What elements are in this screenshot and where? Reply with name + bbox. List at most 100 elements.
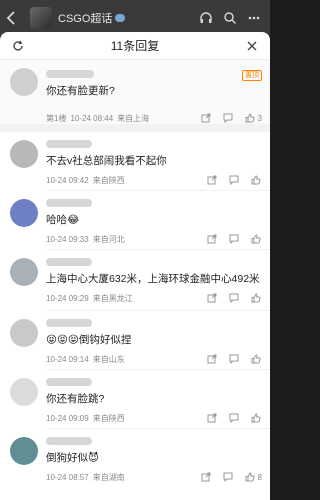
username-blurred[interactable] xyxy=(46,140,92,148)
section-divider xyxy=(0,124,270,132)
topic-thumbnail xyxy=(30,7,52,29)
reply-text: 哈哈😂 xyxy=(46,214,80,226)
comment-icon xyxy=(223,113,233,123)
avatar[interactable] xyxy=(10,319,38,347)
reply-item[interactable]: 哈哈😂 10-24 09:33 来自河北 xyxy=(0,191,270,249)
like-button[interactable] xyxy=(250,292,262,304)
share-button[interactable] xyxy=(200,112,212,124)
close-icon xyxy=(247,41,257,51)
share-button[interactable] xyxy=(206,233,218,245)
like-button[interactable] xyxy=(244,471,256,483)
comment-button[interactable] xyxy=(228,412,240,424)
thumbs-up-icon xyxy=(251,413,261,423)
share-button[interactable] xyxy=(206,174,218,186)
reply-text: 上海中心大厦632米，上海环球金融中心492米 xyxy=(46,273,260,285)
search-icon xyxy=(224,12,236,24)
like-count: 3 xyxy=(257,113,262,123)
reply-item[interactable]: 你还有脸跳? 10-24 09:09 来自陕西 xyxy=(0,370,270,428)
comment-button[interactable] xyxy=(228,174,240,186)
reply-text: 倒狗好似😈 xyxy=(46,452,99,464)
comment-source: 来自上海 xyxy=(117,113,150,123)
comment-icon xyxy=(229,354,239,364)
reply-time: 10-24 09:14 xyxy=(46,354,89,364)
floor-label: 第1楼 xyxy=(46,113,67,123)
more-button[interactable] xyxy=(246,10,262,26)
sheet-title: 11条回复 xyxy=(110,39,160,53)
like-button[interactable] xyxy=(250,412,262,424)
reply-source: 来自山东 xyxy=(92,354,125,364)
reply-text: 不去v社总部闹我看不起你 xyxy=(46,155,167,167)
pinned-tag: 置顶 xyxy=(242,70,262,81)
share-icon xyxy=(207,354,217,364)
reply-text: 你还有脸跳? xyxy=(46,393,105,405)
avatar[interactable] xyxy=(10,258,38,286)
comment-icon xyxy=(223,472,233,482)
share-icon xyxy=(207,293,217,303)
avatar[interactable] xyxy=(10,140,38,168)
reply-time: 10-24 09:42 xyxy=(46,175,89,185)
refresh-icon xyxy=(13,40,23,51)
comment-button[interactable] xyxy=(222,471,234,483)
like-button[interactable] xyxy=(250,353,262,365)
like-button[interactable] xyxy=(250,233,262,245)
reply-source: 来自陕西 xyxy=(92,175,125,185)
avatar[interactable] xyxy=(10,437,38,465)
avatar[interactable] xyxy=(10,68,38,96)
share-button[interactable] xyxy=(206,353,218,365)
thumbs-up-icon xyxy=(251,354,261,364)
comment-icon xyxy=(229,413,239,423)
share-icon xyxy=(207,413,217,423)
reply-source: 来自黑龙江 xyxy=(92,293,133,303)
reply-time: 10-24 09:33 xyxy=(46,234,89,244)
share-icon xyxy=(201,113,211,123)
comment-button[interactable] xyxy=(228,353,240,365)
avatar[interactable] xyxy=(10,378,38,406)
comment-time: 10-24 08:44 xyxy=(70,113,114,123)
reply-source: 来自湖南 xyxy=(92,472,125,482)
username-blurred[interactable] xyxy=(46,70,94,78)
share-icon xyxy=(207,175,217,185)
original-comment[interactable]: 置顶 你还有脸更新? 第1楼 10-24 08:44 来自上海 3 xyxy=(0,60,270,124)
refresh-button[interactable] xyxy=(10,38,26,54)
search-button[interactable] xyxy=(222,10,238,26)
back-button[interactable] xyxy=(0,0,22,36)
reply-text: 😝😝😝倒钩好似捏 xyxy=(46,334,132,346)
reply-time: 10-24 09:29 xyxy=(46,293,89,303)
reply-item[interactable]: 不去v社总部闹我看不起你 10-24 09:42 来自陕西 xyxy=(0,132,270,190)
share-button[interactable] xyxy=(206,292,218,304)
thumbs-up-icon xyxy=(245,472,255,482)
reply-item[interactable]: 😝😝😝倒钩好似捏 10-24 09:14 来自山东 xyxy=(0,311,270,369)
share-button[interactable] xyxy=(206,412,218,424)
comment-button[interactable] xyxy=(228,292,240,304)
username-blurred[interactable] xyxy=(46,258,92,266)
like-button[interactable] xyxy=(250,174,262,186)
more-icon xyxy=(248,16,260,20)
headset-icon xyxy=(200,12,212,23)
reply-item[interactable]: 倒狗好似😈 10-24 08:57 来自湖南 8 xyxy=(0,429,270,489)
comment-button[interactable] xyxy=(222,112,234,124)
avatar[interactable] xyxy=(10,199,38,227)
username-blurred[interactable] xyxy=(46,437,92,445)
chevron-left-icon xyxy=(6,11,15,25)
comment-text: 你还有脸更新? xyxy=(46,85,115,97)
username-blurred[interactable] xyxy=(46,319,92,327)
close-button[interactable] xyxy=(244,38,260,54)
username-blurred[interactable] xyxy=(46,378,92,386)
reply-time: 10-24 09:09 xyxy=(46,413,89,423)
like-button[interactable] xyxy=(244,112,256,124)
share-icon xyxy=(201,472,211,482)
reply-source: 来自河北 xyxy=(92,234,125,244)
thumbs-up-icon xyxy=(251,234,261,244)
reply-time: 10-24 08:57 xyxy=(46,472,89,482)
replies-sheet: 11条回复 置顶 你还有脸更新? 第1楼 10-24 08:44 来自上海 3 xyxy=(0,32,270,500)
topic-title: CSGO超话 xyxy=(58,13,113,25)
reply-item[interactable]: 上海中心大厦632米，上海环球金融中心492米 10-24 09:29 来自黑龙… xyxy=(0,250,270,310)
share-button[interactable] xyxy=(200,471,212,483)
comment-icon xyxy=(229,293,239,303)
comment-icon xyxy=(229,175,239,185)
comment-button[interactable] xyxy=(228,233,240,245)
username-blurred[interactable] xyxy=(46,199,92,207)
background-topbar: CSGO超话 xyxy=(0,0,270,36)
headset-button[interactable] xyxy=(198,10,214,26)
thumbs-up-icon xyxy=(251,293,261,303)
